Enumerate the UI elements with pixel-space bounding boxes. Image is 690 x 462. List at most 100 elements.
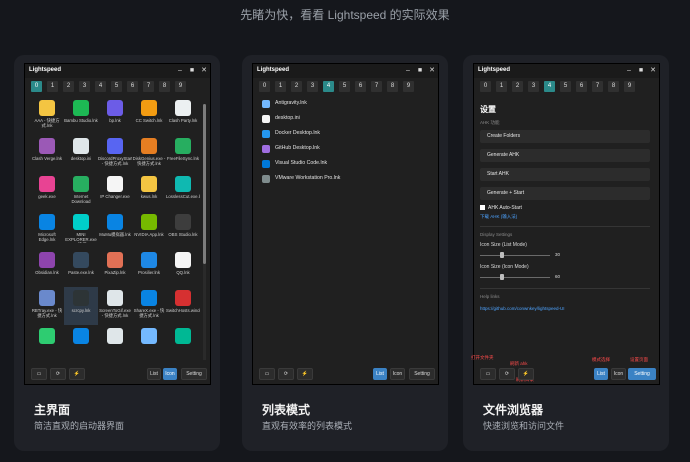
grid-item[interactable]: geek.exe [30,173,64,211]
tab-1[interactable]: 1 [496,81,507,92]
list-mode-button[interactable]: List [594,368,608,380]
start-ahk-button[interactable]: Start AHK [480,168,650,181]
grid-item[interactable] [132,325,166,359]
grid-item[interactable]: PixaZip.lnk [98,249,132,287]
tab-1[interactable]: 1 [275,81,286,92]
icon-mode-button[interactable]: Icon [163,368,177,380]
tab-2[interactable]: 2 [291,81,302,92]
tab-4[interactable]: 4 [323,81,334,92]
grid-item[interactable]: AAA - 快捷方式.lnk [30,97,64,135]
grid-item[interactable]: MINI EXPLORER.exe - 快捷 [64,211,98,249]
list-item[interactable]: VMware Workstation Pro.lnk [259,172,434,186]
folder-button[interactable]: ▭ [480,368,496,380]
grid-item[interactable] [98,325,132,359]
grid-item[interactable]: Clash Party.lnk [166,97,200,135]
grid-item[interactable]: Bambu Studio.lnk [64,97,98,135]
grid-item[interactable]: LosslessCut.exe.lnk [166,173,200,211]
help-url-link[interactable]: https://github.com/conwnkey/lightspeed-U… [480,306,565,311]
list-mode-button[interactable]: List [373,368,387,380]
list-icon-size-slider[interactable] [480,252,550,258]
reload-button[interactable]: ⚡ [518,368,534,380]
grid-item[interactable]: CC Switch.lnk [132,97,166,135]
tab-4[interactable]: 4 [95,81,106,92]
grid-item[interactable]: SwitchHosts.windows.portab [166,287,200,325]
minimize-icon[interactable]: – [175,66,185,76]
tab-3[interactable]: 3 [79,81,90,92]
tab-8[interactable]: 8 [159,81,170,92]
tab-3[interactable]: 3 [528,81,539,92]
reload-button[interactable]: ⚡ [297,368,313,380]
generate-ahk-button[interactable]: Generate AHK [480,149,650,162]
grid-item[interactable] [166,325,200,359]
ahk-autostart-checkbox[interactable]: AHK Auto-Start [480,205,522,211]
close-icon[interactable]: ✕ [648,66,658,76]
folder-button[interactable]: ▭ [259,368,275,380]
slider-knob[interactable] [499,274,504,280]
grid-item[interactable]: RBTray.exe - 快捷方式.lnk [30,287,64,325]
grid-item[interactable]: OBS Studio.lnk [166,211,200,249]
maximize-icon[interactable]: ■ [415,66,425,76]
setting-button[interactable]: Setting [409,368,435,380]
list-item[interactable]: Antigravity.lnk [259,97,434,111]
tab-7[interactable]: 7 [371,81,382,92]
list-item[interactable]: Visual Studio Code.lnk [259,157,434,171]
generate-start-button[interactable]: Generate + Start [480,187,650,200]
grid-item[interactable]: Microsoft Edge.lnk [30,211,64,249]
tab-9[interactable]: 9 [624,81,635,92]
grid-item[interactable]: kwus.lnk [132,173,166,211]
grid-item[interactable]: NVIDIA App.lnk [132,211,166,249]
grid-item[interactable]: desktop.ini [64,135,98,173]
tab-6[interactable]: 6 [576,81,587,92]
maximize-icon[interactable]: ■ [187,66,197,76]
tab-2[interactable]: 2 [512,81,523,92]
grid-item[interactable] [30,325,64,359]
refresh-ahk-button[interactable]: ⟳ [50,368,66,380]
slider-knob[interactable] [499,252,504,258]
list-item[interactable]: Docker Desktop.lnk [259,127,434,141]
grid-item[interactable]: ShareX.exe - 快捷方式.lnk [132,287,166,325]
grid-item[interactable]: IP Changer.exe [98,173,132,211]
reload-button[interactable]: ⚡ [69,368,85,380]
tab-0[interactable]: 0 [31,81,42,92]
folder-button[interactable]: ▭ [31,368,47,380]
grid-item[interactable]: QQ.lnk [166,249,200,287]
icon-icon-size-slider[interactable] [480,274,550,280]
minimize-icon[interactable]: – [403,66,413,76]
refresh-ahk-button[interactable]: ⟳ [499,368,515,380]
scrollbar[interactable] [203,104,206,360]
minimize-icon[interactable]: – [624,66,634,76]
grid-item[interactable]: Clash Verge.lnk [30,135,64,173]
create-folders-button[interactable]: Create Folders [480,130,650,143]
grid-item[interactable]: Prosilier.lnk [132,249,166,287]
tab-6[interactable]: 6 [355,81,366,92]
grid-item[interactable]: scrcpy.lnk [64,287,98,325]
tab-0[interactable]: 0 [259,81,270,92]
checkbox-box[interactable] [480,205,485,211]
setting-button[interactable]: Setting [181,368,207,380]
tab-7[interactable]: 7 [143,81,154,92]
tab-7[interactable]: 7 [592,81,603,92]
scrollbar-thumb[interactable] [203,104,206,264]
maximize-icon[interactable]: ■ [636,66,646,76]
grid-item[interactable]: MuMu模拟器.lnk [98,211,132,249]
tab-6[interactable]: 6 [127,81,138,92]
refresh-ahk-button[interactable]: ⟳ [278,368,294,380]
download-ahk-link[interactable]: 下载 AHK (输入法) [480,214,517,220]
tab-8[interactable]: 8 [387,81,398,92]
tab-1[interactable]: 1 [47,81,58,92]
grid-item[interactable]: bp.lnk [98,97,132,135]
grid-item[interactable]: DiskGenius.exe - 快捷方式.lnk [132,135,166,173]
tab-8[interactable]: 8 [608,81,619,92]
grid-item[interactable]: DiscordProxyStart.exe - 快捷方式.lnk [98,135,132,173]
tab-4[interactable]: 4 [544,81,555,92]
tab-0[interactable]: 0 [480,81,491,92]
close-icon[interactable]: ✕ [427,66,437,76]
grid-item[interactable]: Internet Download [64,173,98,211]
tab-5[interactable]: 5 [560,81,571,92]
tab-9[interactable]: 9 [403,81,414,92]
tab-9[interactable]: 9 [175,81,186,92]
tab-5[interactable]: 5 [339,81,350,92]
icon-mode-button[interactable]: Icon [611,368,626,380]
grid-item[interactable]: ScreenToGif.exe - 快捷方式.lnk [98,287,132,325]
list-item[interactable]: desktop.ini [259,112,434,126]
